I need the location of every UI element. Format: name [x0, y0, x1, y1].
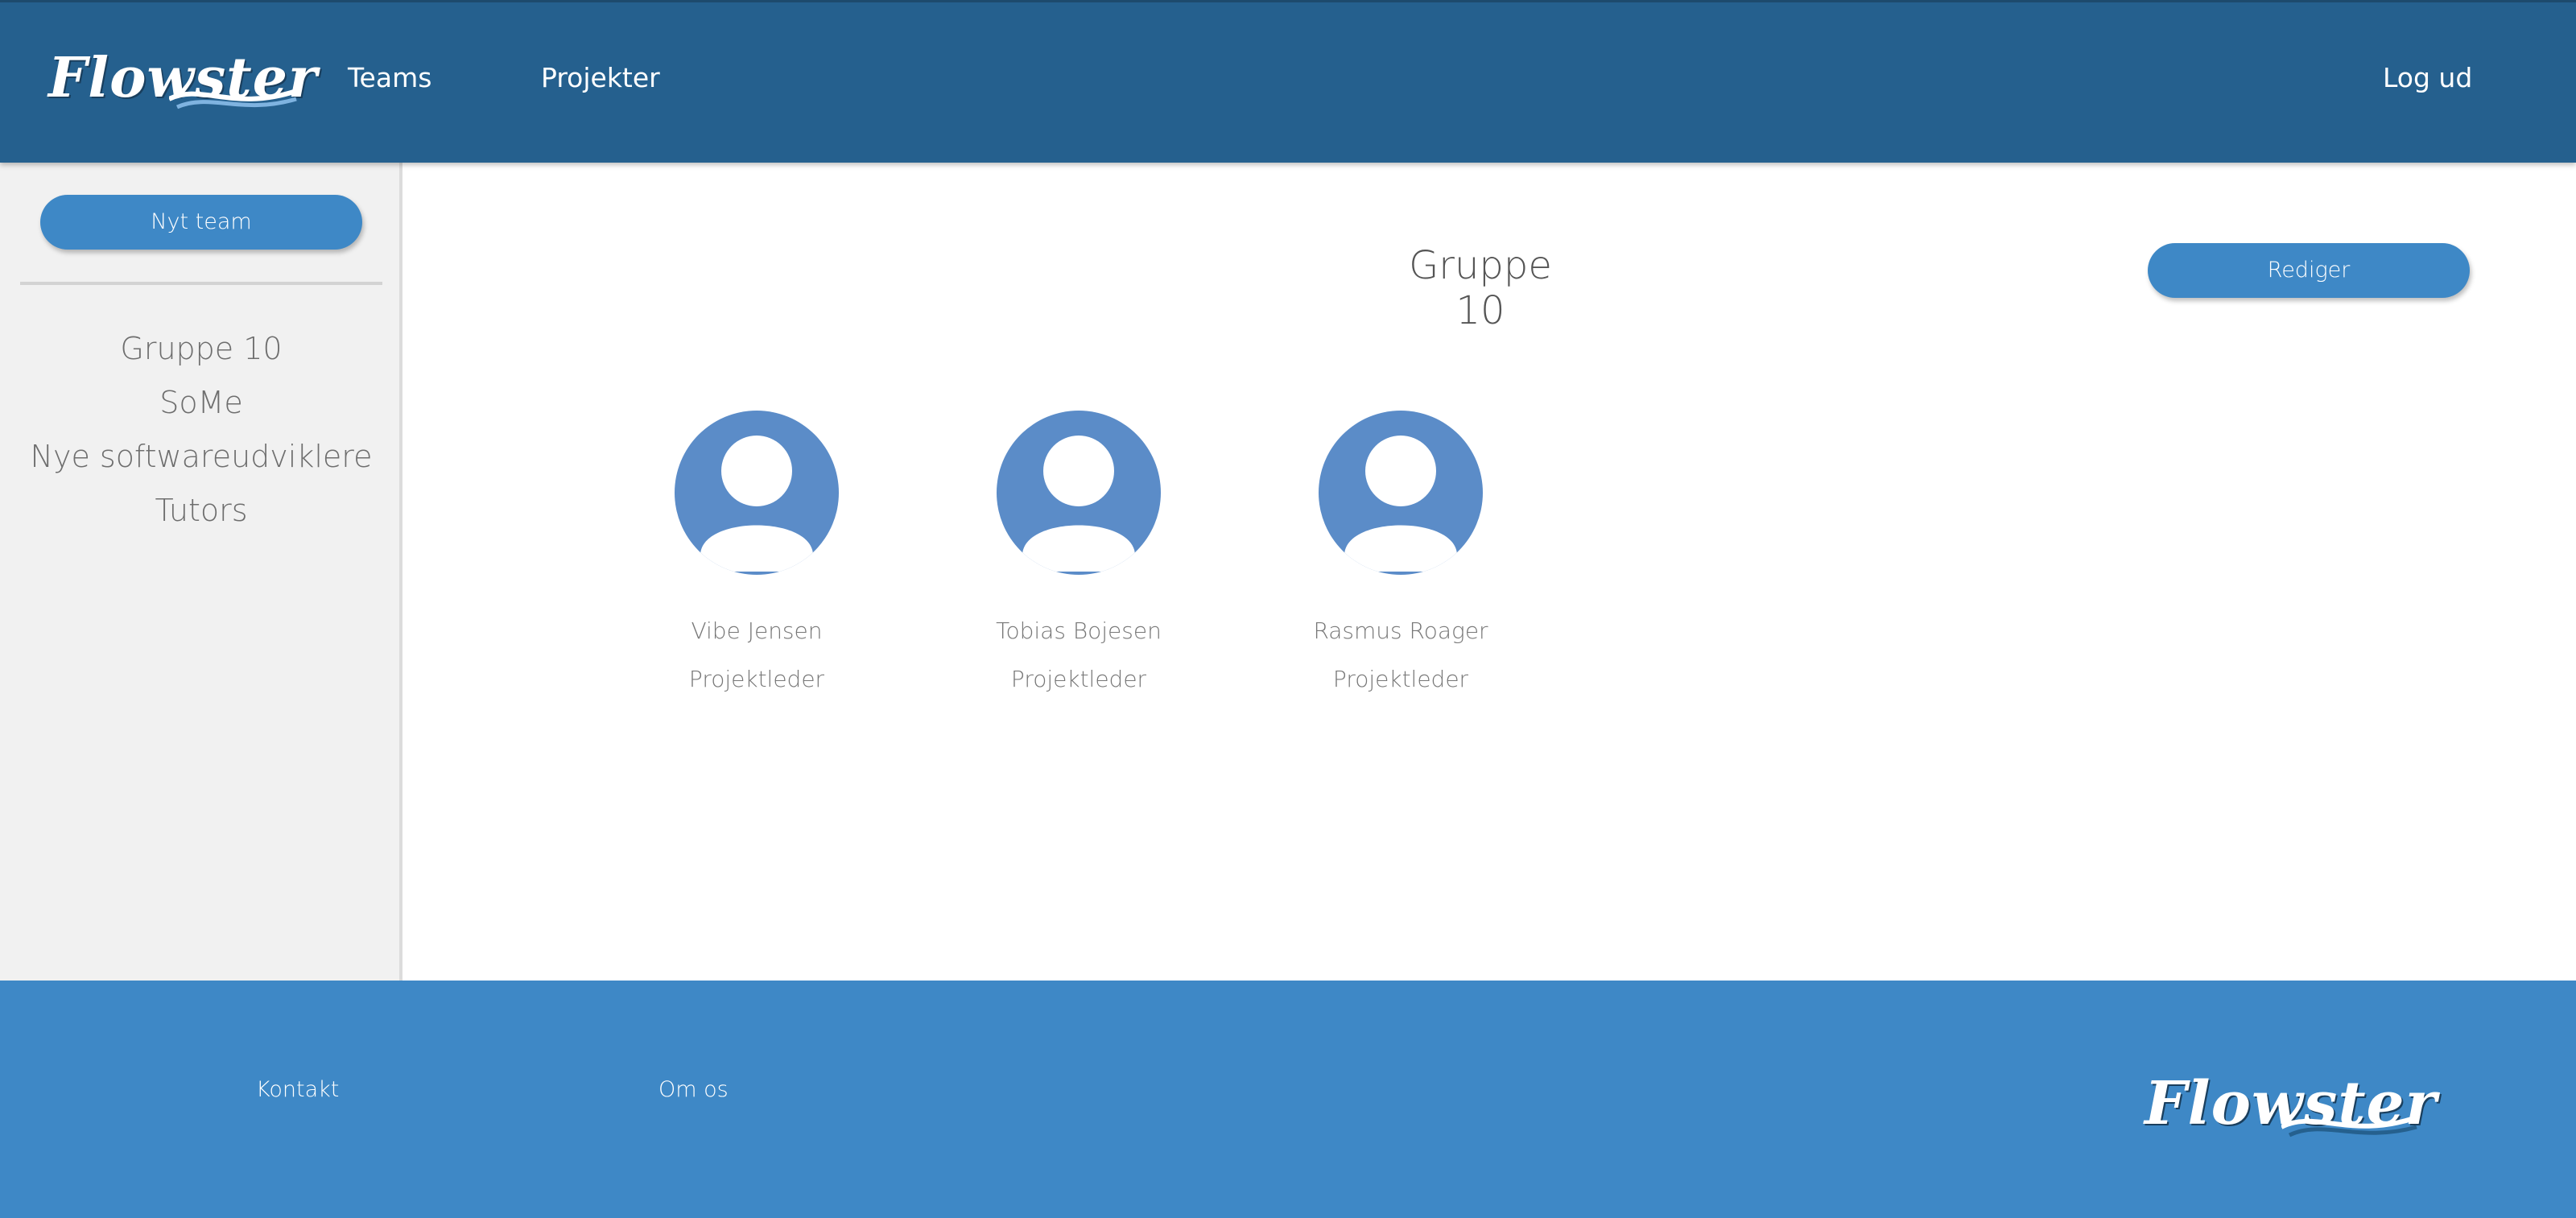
- sidebar-item-tutors[interactable]: Tutors: [0, 490, 402, 544]
- member-card[interactable]: Rasmus Roager Projektleder: [1304, 411, 1497, 696]
- top-header: Flowster Teams Projekter Log ud: [0, 0, 2576, 163]
- new-team-button[interactable]: Nyt team: [40, 195, 362, 250]
- user-avatar-icon: [675, 411, 839, 575]
- edit-button[interactable]: Rediger: [2148, 243, 2470, 298]
- user-avatar-icon: [1319, 411, 1483, 575]
- sidebar: Nyt team Gruppe 10 SoMe Nye softwareudvi…: [0, 163, 402, 981]
- sidebar-item-some[interactable]: SoMe: [0, 382, 402, 436]
- logout-link[interactable]: Log ud: [2383, 62, 2472, 93]
- nav-teams[interactable]: Teams: [348, 62, 431, 93]
- member-role: Projektleder: [688, 666, 825, 692]
- sidebar-divider: [20, 282, 382, 285]
- footer-logo[interactable]: Flowster: [2145, 1069, 2437, 1150]
- member-name: Rasmus Roager: [1313, 617, 1488, 644]
- wave-icon: [169, 89, 297, 109]
- sidebar-item-nye-softwareudviklere[interactable]: Nye softwareudviklere: [0, 436, 402, 490]
- member-role: Projektleder: [1010, 666, 1147, 692]
- member-name: Vibe Jensen: [691, 617, 823, 644]
- member-card[interactable]: Tobias Bojesen Projektleder: [982, 411, 1175, 696]
- flowster-logo[interactable]: Flowster: [48, 46, 317, 118]
- member-name: Tobias Bojesen: [996, 617, 1162, 644]
- footer-link-om-os[interactable]: Om os: [658, 1077, 729, 1102]
- page-title: Gruppe 10: [1409, 243, 1552, 333]
- footer: Kontakt Om os Flowster: [0, 981, 2576, 1218]
- wave-icon: [2281, 1115, 2417, 1137]
- sidebar-item-gruppe-10[interactable]: Gruppe 10: [0, 328, 402, 382]
- member-role: Projektleder: [1332, 666, 1469, 692]
- user-avatar-icon: [997, 411, 1161, 575]
- footer-link-kontakt[interactable]: Kontakt: [256, 1077, 339, 1102]
- nav-projekter[interactable]: Projekter: [541, 62, 660, 93]
- team-list: Gruppe 10 SoMe Nye softwareudviklere Tut…: [0, 328, 402, 544]
- member-card[interactable]: Vibe Jensen Projektleder: [660, 411, 853, 696]
- main-content: Gruppe 10 Rediger Vibe Jensen Projektled…: [406, 163, 2576, 981]
